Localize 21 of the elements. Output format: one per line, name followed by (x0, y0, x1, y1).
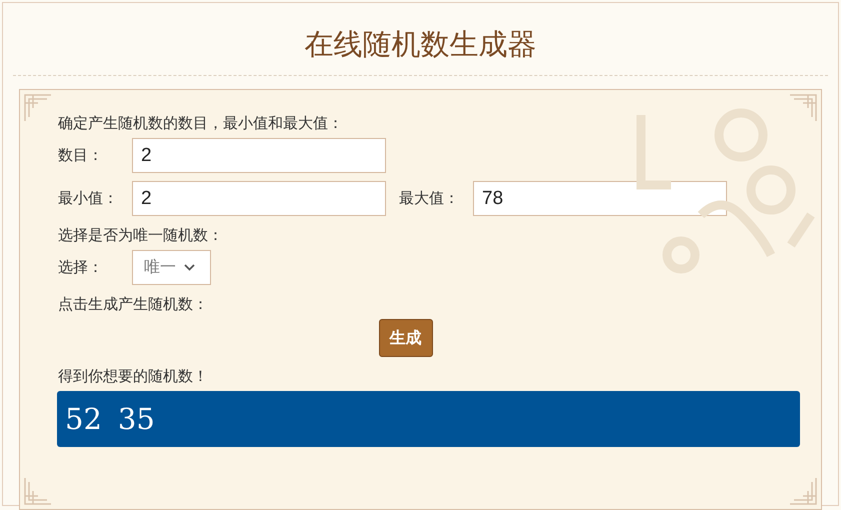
field-label: 最大值： (399, 189, 460, 208)
count-field[interactable]: 2 (132, 138, 386, 173)
min-field[interactable]: 2 (132, 181, 386, 216)
field-label: 数目： (58, 146, 104, 165)
result-label: 得到你想要的随机数！ (58, 366, 209, 387)
instruction-text: 选择是否为唯一随机数： (58, 225, 224, 246)
corner-ornament-icon (789, 477, 817, 505)
corner-ornament-icon (789, 94, 817, 122)
instruction-text: 确定产生随机数的数目，最小值和最大值： (58, 113, 344, 134)
field-label: 选择： (58, 258, 104, 277)
corner-ornament-icon (24, 94, 52, 122)
corner-ornament-icon (24, 477, 52, 505)
max-field[interactable]: 78 (473, 181, 727, 216)
page-title: 在线随机数生成器 (13, 3, 828, 76)
result-number: 52 (65, 402, 102, 436)
choice-dropdown[interactable]: 唯一 (132, 250, 211, 285)
chevron-icon (184, 264, 195, 271)
generate-button[interactable]: 生成 (378, 319, 432, 357)
field-label: 最小值： (58, 189, 119, 208)
instruction-text: 点击生成产生随机数： (58, 294, 209, 315)
result-number: 35 (118, 402, 155, 436)
